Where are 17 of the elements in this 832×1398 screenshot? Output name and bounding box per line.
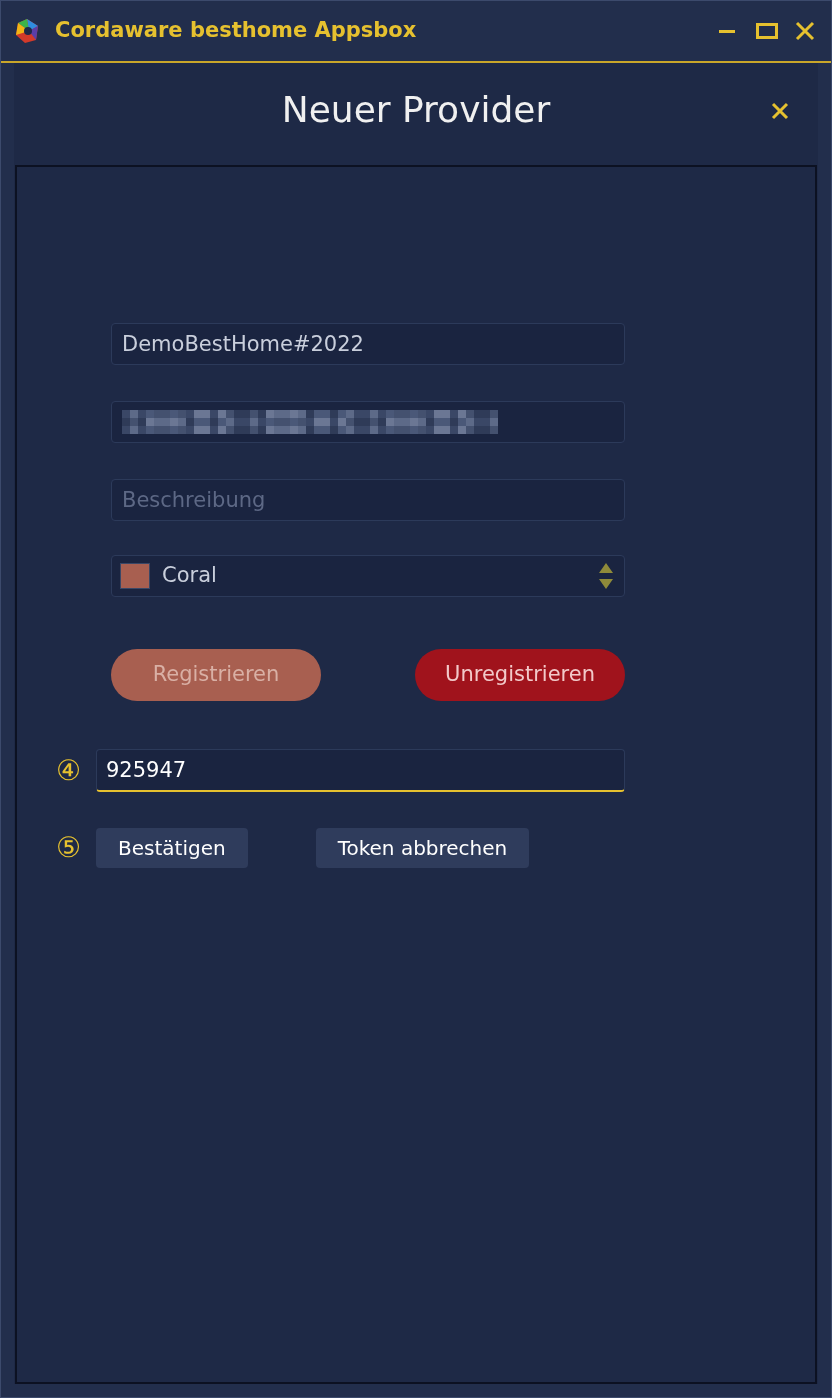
name-field[interactable]: DemoBestHome#2022 xyxy=(111,323,625,365)
cancel-token-button[interactable]: Token abbrechen xyxy=(315,828,530,868)
color-name: Coral xyxy=(162,562,218,590)
app-logo-icon xyxy=(13,17,41,45)
close-icon xyxy=(770,101,790,121)
email-field[interactable] xyxy=(111,401,625,443)
color-select[interactable]: Coral xyxy=(111,555,625,597)
window-title: Cordaware besthome Appsbox xyxy=(55,17,418,45)
dialog-title: Neuer Provider xyxy=(281,88,551,132)
close-icon xyxy=(795,21,815,41)
token-field[interactable]: 925947 xyxy=(96,749,625,792)
confirm-button[interactable]: Bestätigen xyxy=(96,828,248,868)
register-button[interactable]: Unregistrieren xyxy=(415,649,625,701)
spinner-arrows-icon xyxy=(598,562,614,590)
step-marker: ④ xyxy=(56,756,83,785)
step-marker: ⑤ xyxy=(56,834,83,862)
description-field[interactable]: Beschreibung xyxy=(111,479,625,521)
